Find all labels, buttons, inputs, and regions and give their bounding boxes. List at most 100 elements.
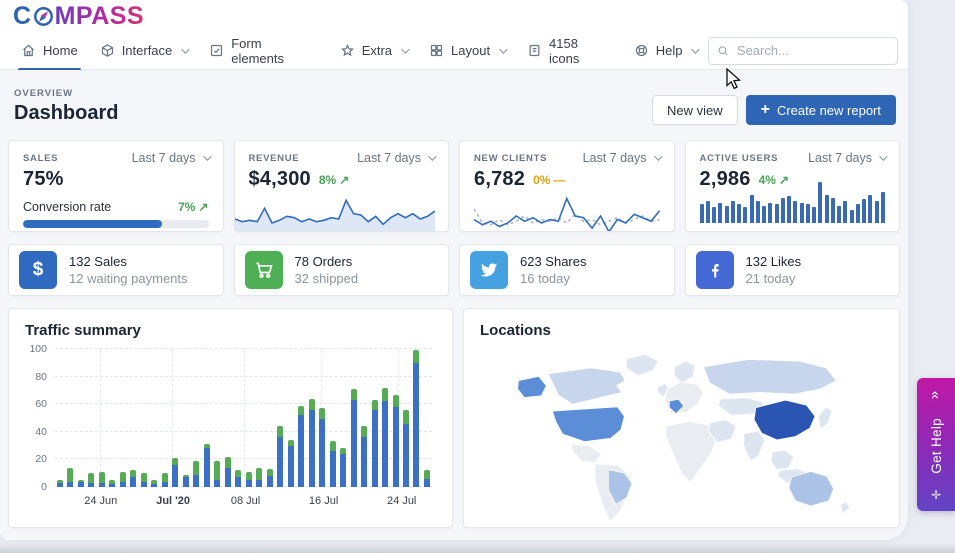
world-map[interactable] <box>480 345 883 523</box>
collapse-icon[interactable]: « <box>928 391 945 398</box>
nav-item-interface[interactable]: Interface <box>89 32 199 69</box>
sales-info-card: $ 132 Sales 12 waiting payments <box>8 244 224 296</box>
info-title: 623 Shares <box>520 254 587 269</box>
stat-label: ACTIVE USERS <box>700 153 779 164</box>
page-title: Dashboard <box>14 102 118 125</box>
sales-card: SALES Last 7 days 75% Conversion rate 7%… <box>8 140 224 232</box>
get-help-label: Get Help <box>929 418 944 474</box>
info-title: 78 Orders <box>295 254 359 269</box>
cart-icon <box>245 251 283 289</box>
range-dropdown[interactable]: Last 7 days <box>583 151 660 165</box>
range-dropdown[interactable]: Last 7 days <box>808 151 885 165</box>
search-box[interactable] <box>708 37 898 65</box>
nav-label: Help <box>656 43 683 58</box>
trend-up-icon: ↗ <box>198 200 208 214</box>
nav-label: Home <box>43 43 78 58</box>
get-help-tab[interactable]: « Get Help ✛ <box>917 378 955 511</box>
nav-label: Form elements <box>231 36 317 66</box>
flat-trend-icon: — <box>553 173 565 187</box>
info-subtitle: 32 shipped <box>295 271 359 286</box>
chevron-down-icon <box>499 45 507 53</box>
likes-info-card: 132 Likes 21 today <box>685 244 901 296</box>
stat-label: REVENUE <box>249 153 300 164</box>
new-view-button[interactable]: New view <box>652 95 738 125</box>
page-pretitle: OVERVIEW <box>14 88 118 99</box>
facebook-icon <box>696 251 734 289</box>
delta-badge: 8%↗ <box>319 173 349 187</box>
grid-icon <box>429 43 444 58</box>
stat-label: NEW CLIENTS <box>474 153 547 164</box>
nav-item-extra[interactable]: Extra <box>329 32 418 69</box>
chevron-down-icon <box>692 45 700 53</box>
page-header: OVERVIEW Dashboard New view + Create new… <box>8 88 900 125</box>
trend-up-icon: ↗ <box>339 173 349 187</box>
orders-info-card: 78 Orders 32 shipped <box>234 244 450 296</box>
users-minibar-chart <box>700 179 886 223</box>
revenue-card: REVENUE Last 7 days $4,300 8%↗ <box>234 140 450 232</box>
twitter-icon <box>470 251 508 289</box>
page-content: OVERVIEW Dashboard New view + Create new… <box>0 70 908 539</box>
info-subtitle: 16 today <box>520 271 587 286</box>
info-title: 132 Likes <box>746 254 802 269</box>
chevron-down-icon <box>879 152 887 160</box>
delta-badge: 7%↗ <box>178 200 208 214</box>
chevron-down-icon <box>654 152 662 160</box>
revenue-sparkline <box>235 191 435 231</box>
app-window: C MPASS Home Interface Form elements <box>0 0 908 540</box>
nav-item-help[interactable]: Help <box>623 32 709 69</box>
traffic-x-axis: 24 JunJul '2008 Jul16 Jul24 Jul <box>55 495 436 511</box>
traffic-chart: 020406080100 <box>55 349 432 487</box>
info-cards-row: $ 132 Sales 12 waiting payments 78 Order… <box>8 244 900 296</box>
logo-letter: C <box>13 4 32 29</box>
active-users-card: ACTIVE USERS Last 7 days 2,986 4%↗ <box>685 140 901 232</box>
dollar-icon: $ <box>19 251 57 289</box>
compass-icon <box>33 6 54 27</box>
nav-label: Interface <box>122 43 173 58</box>
bottom-row: Traffic summary 020406080100 24 JunJul '… <box>8 308 900 528</box>
locations-card: Locations <box>463 308 900 528</box>
clients-sparkline <box>474 195 660 232</box>
traffic-title: Traffic summary <box>25 322 436 339</box>
range-dropdown[interactable]: Last 7 days <box>132 151 209 165</box>
info-title: 132 Sales <box>69 254 188 269</box>
create-report-label: Create new report <box>777 103 881 118</box>
choropleth-map <box>482 345 882 523</box>
nav-label: Extra <box>362 43 392 58</box>
home-icon <box>21 43 36 58</box>
cube-icon <box>100 43 115 58</box>
locations-title: Locations <box>480 322 883 339</box>
chevron-down-icon <box>203 152 211 160</box>
info-subtitle: 12 waiting payments <box>69 271 188 286</box>
nav-item-home[interactable]: Home <box>10 32 89 69</box>
nav-item-form-elements[interactable]: Form elements <box>198 32 328 69</box>
stat-value: 75% <box>23 168 64 191</box>
stat-value: $4,300 <box>249 168 311 191</box>
nav-item-layout[interactable]: Layout <box>418 32 516 69</box>
brand-header: C MPASS <box>0 0 908 32</box>
star-icon <box>340 43 355 58</box>
chevron-down-icon <box>401 45 409 53</box>
main-navbar: Home Interface Form elements Extra Layou… <box>0 32 908 70</box>
range-dropdown[interactable]: Last 7 days <box>357 151 434 165</box>
nav-label: Layout <box>451 43 490 58</box>
search-input[interactable] <box>737 43 889 58</box>
compass-logo[interactable]: C MPASS <box>13 4 144 29</box>
chevron-down-icon <box>181 45 189 53</box>
shares-info-card: 623 Shares 16 today <box>459 244 675 296</box>
file-icon <box>527 43 542 58</box>
stat-value: 6,782 <box>474 168 525 191</box>
logo-text: MPASS <box>55 4 145 29</box>
nav-label: 4158 icons <box>549 36 612 66</box>
traffic-summary-card: Traffic summary 020406080100 24 JunJul '… <box>8 308 453 528</box>
plus-icon: + <box>761 102 770 118</box>
checkbox-icon <box>209 43 224 58</box>
move-icon[interactable]: ✛ <box>931 488 941 502</box>
nav-item-icons[interactable]: 4158 icons <box>516 32 623 69</box>
delta-badge: 0%— <box>533 173 565 187</box>
conversion-label: Conversion rate <box>23 200 111 214</box>
search-icon <box>717 44 729 58</box>
lifebuoy-icon <box>634 43 649 58</box>
new-clients-card: NEW CLIENTS Last 7 days 6,782 0%— <box>459 140 675 232</box>
create-report-button[interactable]: + Create new report <box>746 95 896 125</box>
stats-row: SALES Last 7 days 75% Conversion rate 7%… <box>8 140 900 232</box>
